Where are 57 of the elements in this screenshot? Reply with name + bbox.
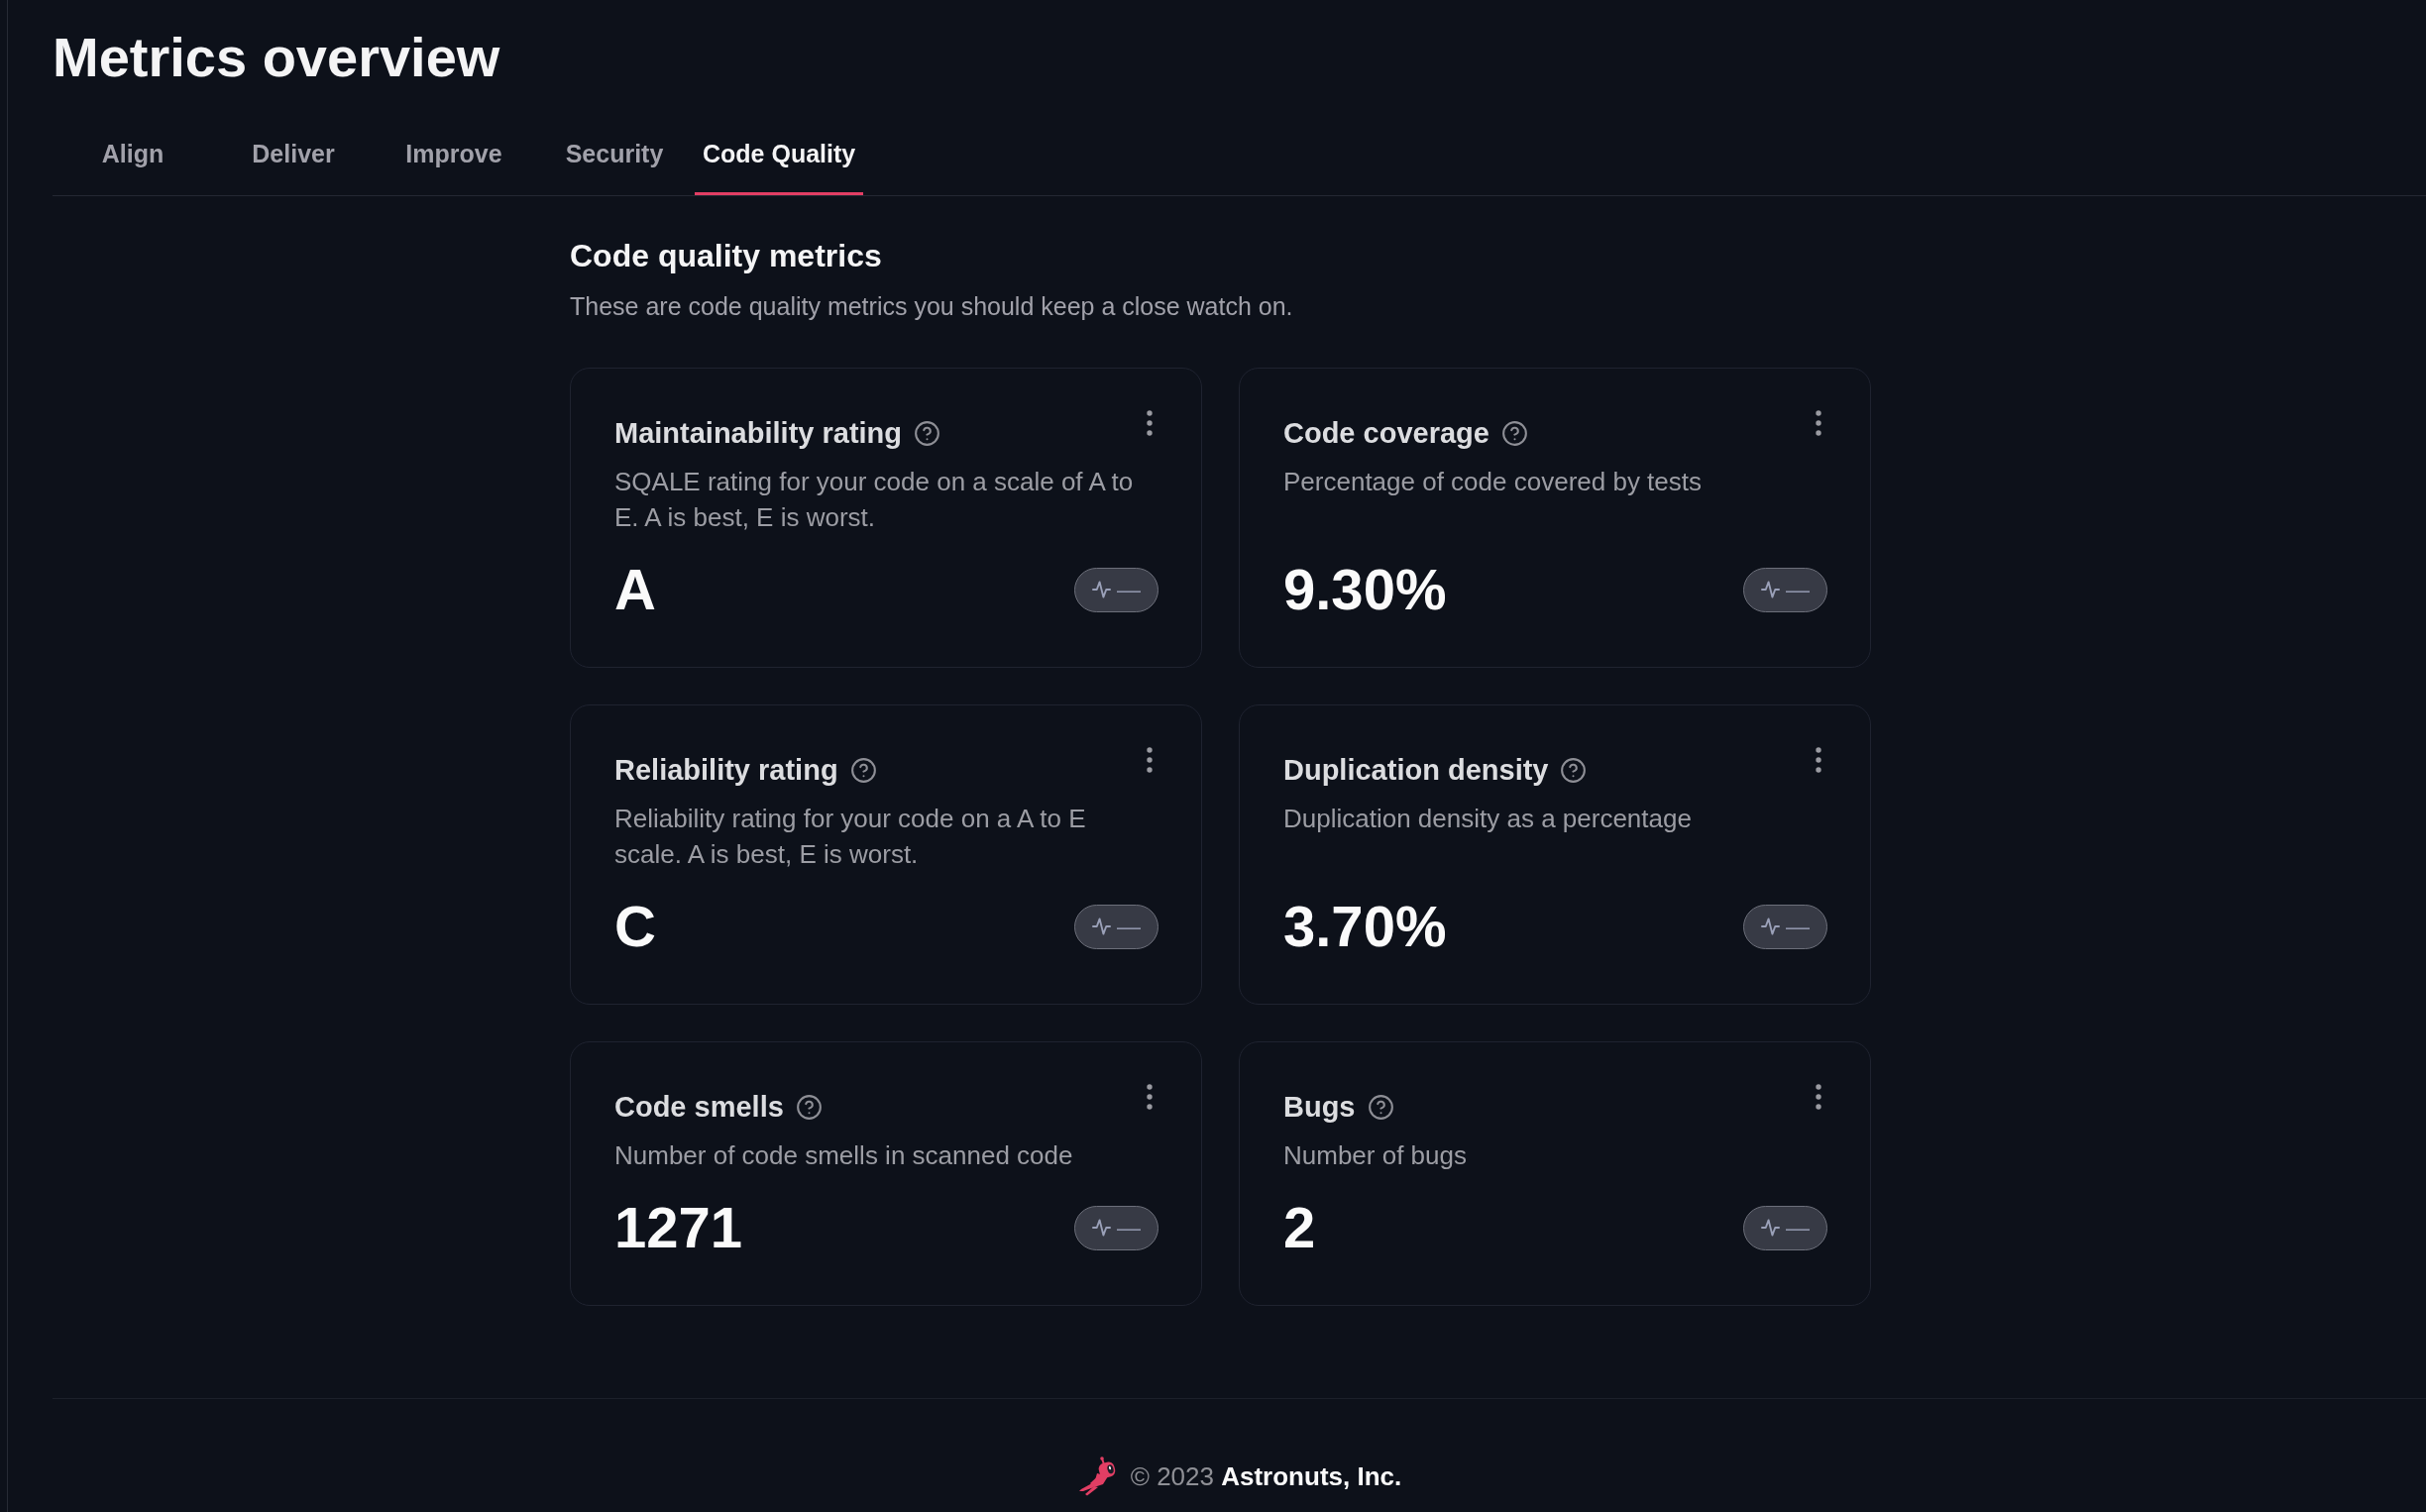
metric-title: Code coverage (1283, 416, 1489, 451)
more-options-button[interactable] (1147, 410, 1153, 436)
vertical-dots-icon (1816, 1084, 1821, 1110)
help-icon[interactable] (915, 420, 940, 446)
metric-description: SQALE rating for your code on a scale of A to E. A is best, E is worst. (614, 466, 1135, 534)
more-options-button[interactable] (1816, 747, 1821, 773)
vertical-dots-icon (1816, 410, 1821, 436)
vertical-dots-icon (1816, 747, 1821, 773)
metric-description: Number of code smells in scanned code (614, 1139, 1074, 1172)
help-icon[interactable] (796, 1094, 822, 1120)
metric-description: Duplication density as a percentage (1283, 803, 1693, 835)
pulse-icon (1092, 1219, 1111, 1237)
tab[interactable]: Security (534, 116, 695, 195)
metric-description: Number of bugs (1283, 1139, 1468, 1172)
help-icon[interactable] (1501, 420, 1527, 446)
metric-description: Reliability rating for your code on a A to E scale. A is best, E is worst. (614, 803, 1087, 871)
metric-title: Maintainability rating (614, 416, 903, 451)
more-options-button[interactable] (1816, 1084, 1821, 1110)
copyright-text: © 2023 Astronuts, Inc. (1130, 1460, 1402, 1493)
metric-title: Reliability rating (614, 753, 838, 788)
trend-value: — (1117, 915, 1141, 938)
vertical-dots-icon (1147, 747, 1153, 773)
pulse-icon (1761, 918, 1780, 935)
more-options-button[interactable] (1816, 410, 1821, 436)
section-subtitle: These are code quality metrics you should keep a close watch on. (570, 291, 1294, 322)
tab[interactable]: Improve (374, 116, 534, 195)
more-options-button[interactable] (1147, 747, 1153, 773)
trend-value: — (1786, 578, 1810, 601)
vertical-dots-icon (1147, 1084, 1153, 1110)
tab[interactable]: Deliver (213, 116, 374, 195)
metric-value: 2 (1283, 1194, 1316, 1261)
trend-value: — (1117, 578, 1141, 601)
metric-value: 1271 (614, 1194, 743, 1261)
help-icon[interactable] (1368, 1094, 1393, 1120)
tab[interactable]: Code Quality (695, 116, 864, 195)
metric-value: 3.70% (1283, 893, 1447, 960)
page-title: Metrics overview (53, 25, 501, 90)
help-icon[interactable] (1561, 757, 1587, 783)
section-title: Code quality metrics (570, 237, 883, 275)
tab[interactable]: Align (53, 116, 213, 195)
metric-title: Duplication density (1283, 753, 1549, 788)
more-options-button[interactable] (1147, 1084, 1153, 1110)
trend-value: — (1786, 1216, 1810, 1240)
metric-title: Bugs (1283, 1090, 1356, 1125)
pulse-icon (1761, 581, 1780, 598)
pulse-icon (1761, 1219, 1780, 1237)
trend-value: — (1117, 1216, 1141, 1240)
trend-value: — (1786, 915, 1810, 938)
help-icon[interactable] (850, 757, 876, 783)
pulse-icon (1092, 581, 1111, 598)
metric-value: A (614, 556, 656, 623)
metric-title: Code smells (614, 1090, 784, 1125)
metric-value: C (614, 893, 656, 960)
pulse-icon (1092, 918, 1111, 935)
metric-description: Percentage of code covered by tests (1283, 466, 1704, 498)
vertical-dots-icon (1147, 410, 1153, 436)
metric-value: 9.30% (1283, 556, 1447, 623)
